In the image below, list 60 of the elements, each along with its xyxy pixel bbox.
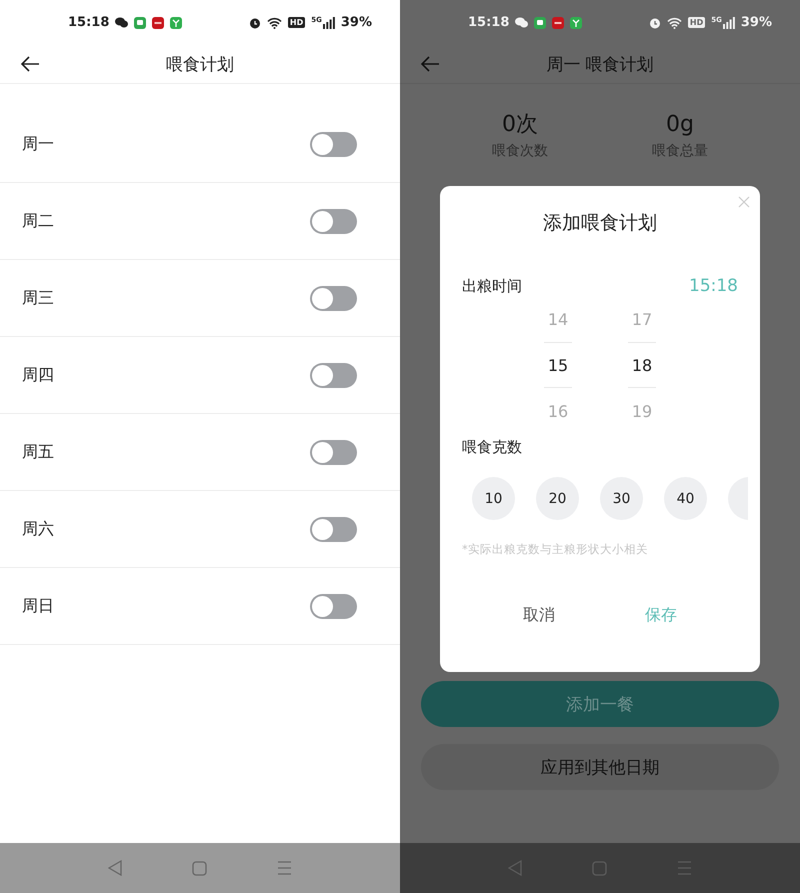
- field-label: 喂食克数: [462, 438, 523, 457]
- field-label: 出粮时间: [462, 276, 522, 296]
- amount-option[interactable]: 30: [600, 477, 643, 520]
- back-arrow-icon[interactable]: [20, 55, 40, 73]
- alarm-icon: [648, 16, 661, 28]
- app-icon: [152, 16, 164, 28]
- day-label: 周日: [22, 596, 54, 616]
- home-nav-icon[interactable]: [592, 860, 607, 876]
- stat-label: 喂食次数: [492, 142, 548, 160]
- hd-badge: HD: [688, 17, 706, 28]
- day-label: 周二: [22, 210, 54, 232]
- chat-icon: [515, 17, 528, 28]
- day-toggle[interactable]: [310, 132, 357, 156]
- day-label: 周六: [22, 518, 54, 540]
- day-label: 周三: [22, 288, 54, 308]
- cancel-button[interactable]: 取消: [515, 601, 563, 630]
- dialog-title: 添加喂食计划: [542, 211, 658, 236]
- signal-icon: [722, 16, 735, 28]
- day-toggle[interactable]: [310, 286, 357, 310]
- back-nav-icon[interactable]: [508, 860, 522, 876]
- app-icon: [570, 16, 582, 28]
- day-toggle[interactable]: [310, 516, 357, 542]
- wheel-option[interactable]: 18: [628, 342, 656, 388]
- status-time: 15:18: [468, 15, 510, 30]
- menu-nav-icon[interactable]: [677, 861, 692, 875]
- amount-option[interactable]: 20: [536, 477, 579, 520]
- signal-icon: [322, 16, 335, 28]
- day-label: 周四: [22, 364, 54, 386]
- day-toggle[interactable]: [310, 440, 357, 464]
- wifi-icon: [666, 16, 682, 28]
- wheel-option[interactable]: 15: [544, 342, 572, 388]
- chat-icon: [115, 17, 128, 28]
- day-label: 周五: [22, 442, 54, 462]
- stat-value: 0次: [502, 111, 538, 139]
- day-label: 周一: [22, 134, 54, 154]
- app-icon: [170, 16, 182, 28]
- message-app-icon: [134, 16, 146, 28]
- menu-nav-icon[interactable]: [277, 861, 292, 875]
- hd-badge: HD: [288, 17, 306, 28]
- page-title: 喂食计划: [166, 54, 234, 76]
- amount-option[interactable]: 40: [664, 477, 707, 520]
- back-nav-icon[interactable]: [108, 860, 122, 876]
- message-app-icon: [534, 16, 546, 28]
- status-time: 15:18: [68, 15, 110, 30]
- close-icon[interactable]: [738, 196, 750, 208]
- page-title: 周一 喂食计划: [546, 54, 654, 76]
- time-value: 15:18: [689, 276, 738, 296]
- note-text: *实际出粮克数与主粮形状大小相关: [462, 542, 649, 557]
- day-toggle[interactable]: [310, 362, 357, 388]
- day-toggle[interactable]: [310, 594, 357, 618]
- battery-level: 39%: [740, 15, 772, 30]
- alarm-icon: [248, 16, 261, 28]
- stat-value: 0g: [666, 111, 694, 139]
- day-toggle[interactable]: [310, 208, 357, 234]
- home-nav-icon[interactable]: [192, 860, 207, 876]
- stat-label: 喂食总量: [652, 142, 708, 160]
- amount-option[interactable]: 10: [472, 477, 515, 520]
- wifi-icon: [266, 16, 282, 28]
- battery-level: 39%: [340, 15, 372, 30]
- app-icon: [552, 16, 564, 28]
